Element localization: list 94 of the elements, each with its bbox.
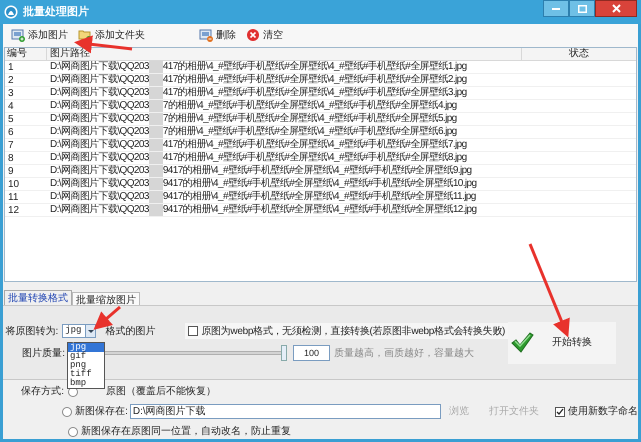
blur-mark	[148, 138, 163, 151]
close-icon	[612, 4, 620, 13]
dropdown-option[interactable]: gif	[68, 352, 104, 361]
radio-label: 新图保存在:	[75, 404, 128, 419]
dropdown-arrow-icon	[88, 330, 94, 333]
dropdown-option[interactable]: bmp	[68, 379, 104, 388]
slider-thumb[interactable]	[281, 345, 287, 362]
table-cell-text: 5	[7, 112, 15, 125]
blur-mark	[148, 152, 163, 164]
path-text: 417的相册\4_#壁纸#手机壁纸#全屏壁纸\4_#壁纸#手机壁纸#全屏壁纸1.jpg	[162, 60, 467, 73]
hint-text: 质量越高，画质越好，容量越大	[334, 346, 474, 361]
dropdown-option[interactable]: jpg	[68, 343, 104, 352]
table-cell-text: 7	[7, 138, 15, 151]
radio-button[interactable]	[62, 406, 72, 416]
check-icon	[556, 408, 564, 415]
path-text: 417的相册\4_#壁纸#手机壁纸#全屏壁纸\4_#壁纸#手机壁纸#全屏壁纸2.jpg	[162, 74, 467, 86]
path-text: D:\网商图片下载\QQ203	[50, 100, 149, 112]
toolbar-button[interactable]: 清空	[244, 26, 285, 44]
radio-button[interactable]	[68, 426, 78, 436]
save-path-field[interactable]: D:\网商图片下载	[130, 404, 441, 419]
path-text: D:\网商图片下载\QQ203	[50, 204, 149, 216]
path-text: D:\网商图片下载\QQ203	[50, 112, 149, 125]
folder-add-icon	[78, 28, 92, 42]
maximize-button[interactable]	[569, 0, 595, 17]
table-cell-text: 3	[7, 86, 15, 99]
table-cell-text: 1	[7, 60, 15, 73]
path-text: 7的相册\4_#壁纸#手机壁纸#全屏壁纸\4_#壁纸#手机壁纸#全屏壁纸5.jpg	[162, 112, 457, 125]
path-text: D:\网商图片下载\QQ203	[50, 60, 149, 73]
checkbox-label: 使用新数字命名	[568, 404, 638, 419]
table-cell-text: 12	[7, 204, 20, 216]
checkbox-label: 原图为webp格式，无须检测，直接转换(若原图非webp格式会转换失败)	[201, 324, 505, 339]
tab[interactable]: 批量缩放图片	[72, 292, 140, 306]
tab[interactable]: 批量转换格式	[4, 290, 72, 306]
path-text: 9417的相册\4_#壁纸#手机壁纸#全屏壁纸\4_#壁纸#手机壁纸#全屏壁纸12.jpg	[162, 204, 476, 216]
field-label: 格式的图片	[105, 324, 156, 339]
path-text: D:\网商图片下载\QQ203	[50, 164, 149, 177]
image-add-icon	[11, 28, 25, 42]
image-remove-icon	[199, 28, 213, 42]
table-cell-text: 4	[7, 100, 15, 112]
radio-label: 原图（覆盖后不能恢复）	[106, 384, 216, 399]
path-text: 417的相册\4_#壁纸#手机壁纸#全屏壁纸\4_#壁纸#手机壁纸#全屏壁纸7.jpg	[162, 138, 467, 151]
table-cell-text: 6	[7, 126, 15, 138]
path-text: 9417的相册\4_#壁纸#手机壁纸#全屏壁纸\4_#壁纸#手机壁纸#全屏壁纸10.jpg	[162, 178, 476, 190]
field-label: 保存方式:	[20, 384, 64, 399]
path-text: 9417的相册\4_#壁纸#手机壁纸#全屏壁纸\4_#壁纸#手机壁纸#全屏壁纸11.jpg	[162, 190, 476, 203]
start-button[interactable]: 开始转换	[508, 322, 616, 364]
path-text: 7的相册\4_#壁纸#手机壁纸#全屏壁纸\4_#壁纸#手机壁纸#全屏壁纸4.jpg	[162, 100, 457, 112]
clear-icon	[246, 28, 260, 42]
checkmark-icon	[511, 332, 534, 354]
table-cell-text: 8	[7, 152, 15, 164]
path-text: D:\网商图片下载\QQ203	[50, 178, 149, 190]
toolbar-button[interactable]: 添加文件夹	[76, 26, 147, 44]
field-label: 将原图转为:	[4, 324, 58, 339]
blur-mark	[148, 74, 163, 86]
maximize-icon	[578, 4, 586, 12]
dropdown-option[interactable]: png	[68, 361, 104, 370]
table-cell-text: 11	[7, 190, 20, 203]
app-logo-icon	[4, 5, 18, 19]
blur-mark	[148, 178, 163, 190]
path-text: D:\网商图片下载\QQ203	[50, 152, 149, 164]
checkbox[interactable]	[555, 406, 565, 416]
blur-mark	[148, 164, 163, 177]
table-cell-text: 9	[7, 164, 15, 177]
blur-mark	[148, 204, 163, 216]
path-text: D:\网商图片下载\QQ203	[50, 190, 149, 203]
table-cell-text: 10	[7, 178, 20, 190]
window-title: 批量处理图片	[23, 4, 89, 20]
format-select[interactable]: jpg	[62, 324, 96, 338]
blur-mark	[148, 112, 163, 125]
field-label: 图片质量:	[21, 346, 65, 361]
toolbar-button[interactable]: 删除	[197, 26, 238, 44]
column-header[interactable]: 状态	[522, 48, 636, 60]
path-text: 417的相册\4_#壁纸#手机壁纸#全屏壁纸\4_#壁纸#手机壁纸#全屏壁纸8.jpg	[162, 152, 467, 164]
quality-input[interactable]: 100	[293, 345, 330, 362]
minimize-button[interactable]	[543, 0, 569, 17]
path-text: 7的相册\4_#壁纸#手机壁纸#全屏壁纸\4_#壁纸#手机壁纸#全屏壁纸6.jpg	[162, 126, 457, 138]
toolbar-button[interactable]: 添加图片	[9, 26, 70, 44]
blur-mark	[148, 100, 163, 112]
column-header[interactable]: 编号	[5, 48, 47, 60]
dropdown-option[interactable]: tiff	[68, 370, 104, 379]
blur-mark	[148, 190, 163, 203]
path-text: D:\网商图片下载\QQ203	[50, 86, 149, 99]
path-text: D:\网商图片下载\QQ203	[50, 126, 149, 138]
blur-mark	[148, 86, 163, 99]
close-button[interactable]	[595, 0, 637, 17]
table-cell-text: 2	[7, 74, 15, 86]
radio-label: 新图保存在原图同一位置，自动改名，防止重复	[81, 424, 291, 439]
path-text: D:\网商图片下载\QQ203	[50, 138, 149, 151]
path-text: 9417的相册\4_#壁纸#手机壁纸#全屏壁纸\4_#壁纸#手机壁纸#全屏壁纸9.jpg	[162, 164, 472, 177]
path-text: 417的相册\4_#壁纸#手机壁纸#全屏壁纸\4_#壁纸#手机壁纸#全屏壁纸3.jpg	[162, 86, 467, 99]
blur-mark	[148, 126, 163, 138]
minimize-icon	[552, 8, 560, 10]
checkbox[interactable]	[188, 326, 198, 336]
path-text: D:\网商图片下载\QQ203	[50, 74, 149, 86]
